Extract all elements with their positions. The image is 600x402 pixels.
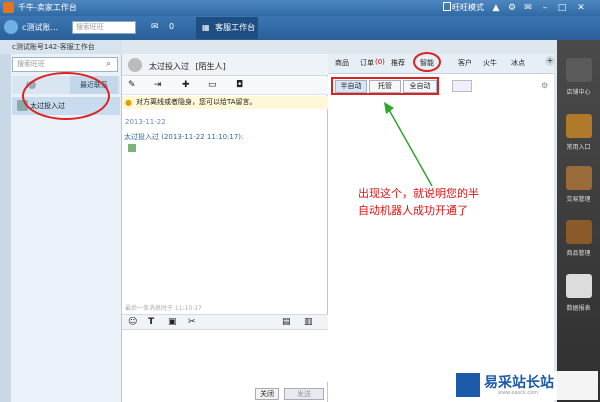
screen-icon[interactable]: ▭ (208, 80, 217, 90)
annotation-line-2: 自动机器人成功开通了 (358, 204, 468, 217)
annotation-line-1: 出现这个，就说明您的半 (358, 187, 479, 200)
shirt-icon[interactable]: ▲ (491, 3, 501, 13)
history-icon[interactable]: ▥ (304, 317, 313, 327)
message-image-thumb[interactable] (128, 144, 136, 152)
annotation-arrow (384, 102, 433, 187)
app-icon (3, 2, 14, 13)
lock-icon[interactable]: ◘ (236, 80, 243, 90)
message-sender-line: 太过投入过 (2013-11-22 11:10:17): (124, 133, 244, 141)
notification-icon[interactable]: ✉ (523, 3, 533, 13)
sidebar-label-store: 店铺中心 (566, 89, 591, 96)
common-entry-icon[interactable] (566, 114, 592, 138)
sidebar-label-product: 商品管理 (566, 250, 591, 257)
tab-recommend[interactable]: 推荐 (391, 58, 405, 68)
tab-huoniu[interactable]: 火牛 (483, 58, 497, 68)
left-strip (0, 54, 11, 402)
view-toggle[interactable] (452, 80, 472, 92)
highlight-ellipse-smart (413, 52, 441, 72)
message-count: 0 (169, 22, 175, 31)
workbench-tab-label: 客服工作台 (215, 23, 256, 32)
send-button[interactable]: 发送 (284, 388, 324, 400)
quick-reply-icon[interactable]: ▤ (282, 317, 291, 327)
store-center-icon[interactable] (566, 58, 592, 82)
orders-badge: (0) (375, 58, 385, 66)
forward-icon[interactable]: ⇥ (154, 80, 162, 90)
trade-management-icon[interactable] (566, 166, 592, 190)
tab-customer[interactable]: 客户 (458, 58, 472, 68)
chat-name-text: 太过投入过 (149, 62, 189, 71)
full-auto-button[interactable]: 全自动 (403, 80, 437, 93)
gear-icon[interactable]: ⚙ (541, 81, 548, 90)
chat-contact-name: 太过投入过 [陌生人] (149, 61, 226, 72)
watermark-logo (456, 373, 480, 397)
search-icon[interactable]: ⌕ (106, 59, 111, 69)
semi-auto-button[interactable]: 半自动 (335, 80, 367, 93)
sidebar-label-trade: 交易管理 (566, 196, 591, 203)
minimize-icon[interactable]: – (540, 3, 550, 13)
message-input[interactable] (122, 330, 328, 382)
top-search-input[interactable]: 搜索旺旺 (72, 21, 136, 34)
status-avatar-icon[interactable] (4, 20, 18, 34)
sidebar-label-report: 数据报表 (566, 305, 591, 312)
image-icon[interactable]: ▣ (168, 317, 177, 327)
contact-search-input[interactable]: 搜索旺旺 (12, 57, 118, 72)
annotation-text: 出现这个，就说明您的半 自动机器人成功开通了 (358, 185, 508, 219)
tab-orders[interactable]: 订单 (360, 58, 374, 68)
message-icon[interactable]: ✉ (151, 22, 159, 32)
watermark-brand: 易采站长站 (484, 375, 554, 391)
title-bar: 千牛-卖家工作台 旺旺模式 ▲ ⚙ ✉ – □ ✕ (0, 0, 600, 16)
workbench-tab[interactable]: ▦ 客服工作台 (196, 17, 258, 39)
maximize-icon[interactable]: □ (557, 3, 567, 13)
edit-icon[interactable]: ✎ (128, 80, 136, 90)
sidebar-label-common: 常用入口 (566, 144, 591, 151)
account-name[interactable]: c测试账... (22, 22, 58, 33)
product-management-icon[interactable] (566, 220, 592, 244)
data-report-icon[interactable] (566, 274, 592, 298)
settings-icon[interactable]: ⚙ (507, 3, 517, 13)
chat-avatar (128, 58, 142, 72)
add-contact-icon[interactable]: ✚ (182, 80, 190, 90)
highlight-ellipse (22, 72, 110, 120)
watermark-url: www.easck.com (498, 390, 539, 396)
chat-toolbar: ✎ ⇥ ✚ ▭ ◘ (122, 77, 328, 95)
mode-icon[interactable] (443, 2, 451, 11)
emoji-icon[interactable]: ☺ (128, 317, 137, 327)
lightbulb-icon: ● (125, 98, 132, 107)
tab-bingdian[interactable]: 冰点 (511, 58, 525, 68)
tab-products[interactable]: 商品 (335, 58, 349, 68)
close-icon[interactable]: ✕ (576, 3, 586, 13)
hosted-button[interactable]: 托管 (369, 80, 401, 93)
workbench-title: c测试账号142-客服工作台 (0, 40, 122, 54)
screenshot-icon[interactable]: ✂ (188, 317, 196, 327)
offline-notice: 对方离线或者隐身，您可以给TA留言。 (122, 96, 328, 109)
input-toolbar: ☺ T ▣ ✂ ▤ ▥ (122, 314, 328, 330)
chat-tag: [陌生人] (195, 62, 226, 71)
close-button[interactable]: 关闭 (255, 388, 279, 400)
mode-label[interactable]: 旺旺模式 (452, 2, 484, 14)
add-tab-icon[interactable]: + (545, 56, 555, 66)
last-message-time: 最后一条消息时于 11:10:17 (125, 305, 202, 312)
workbench-icon: ▦ (202, 23, 210, 32)
chat-date: 2013-11-22 (125, 118, 166, 126)
font-icon[interactable]: T (148, 317, 154, 327)
plugin-panel (328, 54, 554, 402)
window-title: 千牛-卖家工作台 (18, 3, 77, 12)
